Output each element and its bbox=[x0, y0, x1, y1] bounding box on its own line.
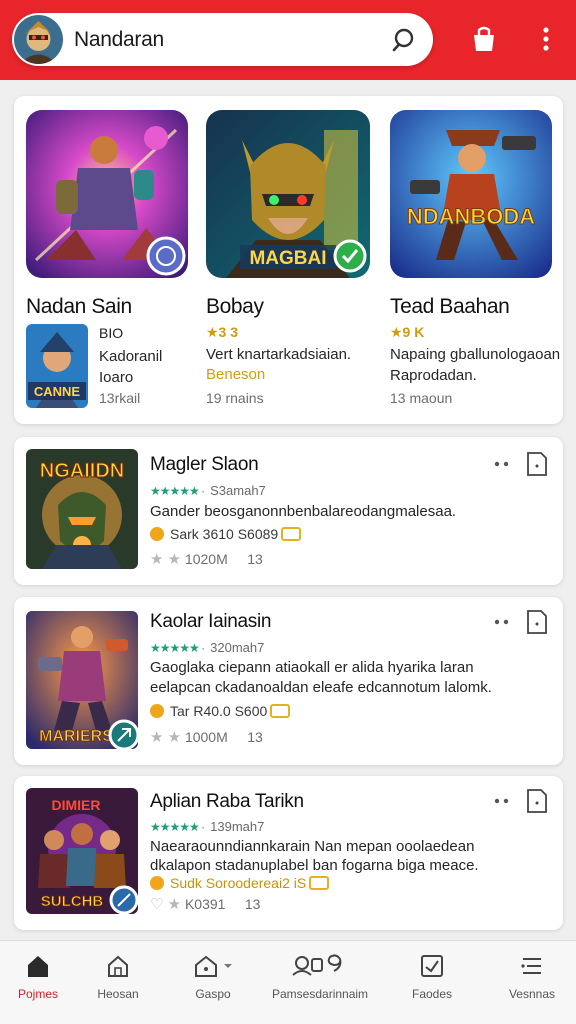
cart-icon[interactable] bbox=[469, 24, 499, 54]
list-item-title[interactable]: Aplian Raba Tarikn bbox=[150, 791, 304, 813]
detail-link[interactable]: Beneson bbox=[206, 366, 265, 383]
list-item-description: Gander beosganonnbenbalareodangmalesaa. bbox=[150, 503, 457, 520]
more-horiz-icon[interactable] bbox=[493, 460, 513, 468]
list-item[interactable]: MARIERS Kaolar Iainasin ★★★★★ · 320mah7 G… bbox=[14, 597, 563, 765]
stat-row: ★ ★ 1000M 13 bbox=[150, 729, 263, 746]
nav-label: Heosan bbox=[97, 987, 139, 1001]
list-item-title[interactable]: Magler Slaon bbox=[150, 454, 259, 476]
price-row: Sark 3610 S6089 bbox=[150, 526, 302, 542]
search-icon[interactable] bbox=[391, 26, 419, 54]
nav-item-gaspo[interactable]: Gaspo bbox=[165, 953, 261, 1013]
bookmark-icon[interactable] bbox=[525, 609, 549, 635]
nav-item-faodes[interactable]: Faodes bbox=[384, 953, 480, 1013]
featured-art-text: NDANBODA bbox=[407, 204, 535, 229]
detail-meta: 13 maoun bbox=[390, 390, 453, 406]
price-row: Sudk Soroodereai2 iS bbox=[150, 875, 330, 891]
nav-label: Vesnnas bbox=[508, 987, 556, 1001]
list-item[interactable]: DIMIER SULCHB Aplian Raba Tarikn ★★★★★ ·… bbox=[14, 776, 563, 930]
featured-thumbnail[interactable]: NDANBODA bbox=[390, 110, 552, 278]
stat-row: ♡ ★ K0391 13 bbox=[150, 896, 261, 913]
nav-item-heosan[interactable]: Heosan bbox=[70, 953, 166, 1013]
list-item-description: Gaoglaka ciepann atiaokall er alida hyar… bbox=[150, 659, 474, 676]
nav-label: Pamsesdarinnaim bbox=[272, 987, 369, 1001]
coin-icon bbox=[150, 876, 164, 890]
svg-text:DIMIER: DIMIER bbox=[52, 797, 101, 813]
home-icon bbox=[28, 956, 48, 977]
featured-title[interactable]: Tead Baahan bbox=[390, 295, 510, 319]
featured-thumbnail[interactable] bbox=[26, 110, 188, 278]
featured-title[interactable]: Nadan Sain bbox=[26, 295, 132, 319]
featured-title[interactable]: Bobay bbox=[206, 295, 264, 319]
tag-icon bbox=[309, 876, 330, 890]
more-horiz-icon[interactable] bbox=[493, 797, 513, 805]
list-item-title[interactable]: Kaolar Iainasin bbox=[150, 611, 272, 633]
stat-row: ★ ★ 1020M 13 bbox=[150, 551, 263, 568]
more-vert-icon[interactable] bbox=[532, 24, 560, 54]
inbox-icon bbox=[421, 955, 443, 977]
tag-icon bbox=[270, 704, 291, 718]
detail-meta: 13rkail bbox=[99, 390, 141, 406]
bottom-navigation: Pojmes Heosan Gaspo Pamsesdarinnaim Faod… bbox=[0, 940, 576, 1024]
thumb-title-text: MARIERS bbox=[39, 728, 113, 745]
list-item-description: eelapcan ckadanoaldan eleafe edcannotum … bbox=[150, 679, 492, 696]
bookmark-icon[interactable] bbox=[525, 451, 549, 477]
list-item-description: Naearaounndiannkarain Nan mepan ooolaede… bbox=[150, 838, 475, 855]
search-bar[interactable]: Nandaran bbox=[12, 13, 433, 66]
coin-icon bbox=[150, 527, 164, 541]
thumb-title-text: NGAIIDN bbox=[40, 460, 124, 482]
list-item-description: dkalapon stadanuplabel ban fogarna biga … bbox=[150, 857, 479, 874]
detail-thumb-text: CANNE bbox=[34, 384, 81, 399]
nav-label: Gaspo bbox=[195, 987, 231, 1001]
more-horiz-icon[interactable] bbox=[493, 618, 513, 626]
featured-art-text: MAGBAI bbox=[249, 248, 326, 269]
detail-meta: 19 rnains bbox=[206, 390, 264, 406]
detail-text: Kadoranil bbox=[99, 348, 163, 365]
store-icon bbox=[195, 955, 232, 977]
list-thumbnail[interactable]: NGAIIDN bbox=[26, 449, 138, 569]
detail-rating: ★3 3 bbox=[206, 324, 239, 340]
people-icon bbox=[292, 954, 342, 976]
detail-description: Raprodadan. bbox=[390, 367, 477, 384]
detail-label: BIO bbox=[99, 325, 124, 341]
list-icon bbox=[521, 958, 541, 974]
price-row: Tar R40.0 S600 bbox=[150, 703, 291, 719]
featured-thumbnail[interactable]: MAGBAI bbox=[206, 110, 370, 278]
nav-item-pamses[interactable]: Pamsesdarinnaim bbox=[272, 953, 368, 1013]
detail-description: Napaing gballunologaoan bbox=[390, 346, 561, 363]
list-item[interactable]: NGAIIDN Magler Slaon ★★★★★ · S3amah7 Gand… bbox=[14, 437, 563, 585]
avatar[interactable] bbox=[14, 15, 63, 64]
house-outline-icon bbox=[108, 955, 128, 977]
list-thumbnail[interactable]: MARIERS bbox=[26, 611, 138, 749]
detail-rating: ★9 K bbox=[390, 324, 425, 340]
list-thumbnail[interactable]: DIMIER SULCHB bbox=[26, 788, 138, 914]
rating-row: ★★★★★ · S3amah7 bbox=[150, 483, 266, 498]
detail-text: Ioaro bbox=[99, 369, 134, 386]
search-input[interactable]: Nandaran bbox=[74, 28, 164, 52]
rating-row: ★★★★★ · 139mah7 bbox=[150, 819, 265, 834]
thumb-title-text: SULCHB bbox=[41, 893, 104, 910]
nav-item-vesnnas[interactable]: Vesnnas bbox=[484, 953, 576, 1013]
top-app-bar: Nandaran bbox=[0, 0, 576, 80]
coin-icon bbox=[150, 704, 164, 718]
bookmark-icon[interactable] bbox=[525, 788, 549, 814]
rating-row: ★★★★★ · 320mah7 bbox=[150, 640, 265, 655]
featured-card: Nadan Sain MAGBAI Bobay NDANBODA Tead Ba… bbox=[14, 96, 563, 424]
tag-icon bbox=[281, 527, 302, 541]
featured-detail-thumbnail[interactable]: CANNE bbox=[26, 324, 88, 408]
detail-description: Vert knartarkadsiaian. bbox=[206, 346, 352, 363]
nav-label: Faodes bbox=[411, 987, 453, 1001]
